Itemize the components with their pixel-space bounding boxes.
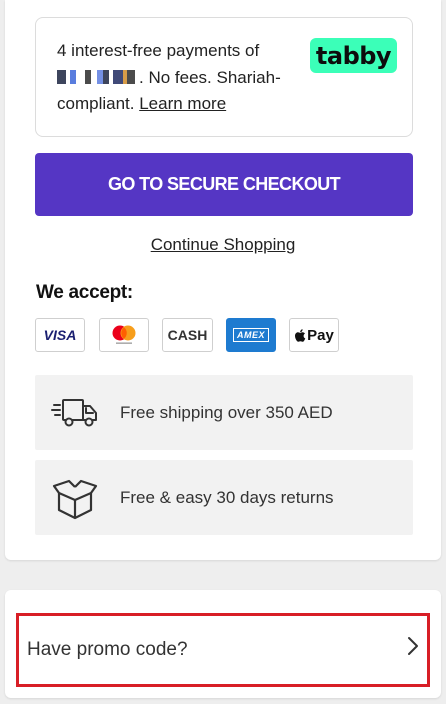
tabby-installments-banner: 4 interest-free payments of . No fees. S… [35,17,413,137]
secure-checkout-button[interactable]: GO TO SECURE CHECKOUT [35,153,413,216]
mastercard-icon [99,318,149,352]
free-returns-text: Free & easy 30 days returns [120,487,334,507]
promo-code-label: Have promo code? [27,639,188,660]
apple-logo-icon [295,328,306,342]
tabby-description: 4 interest-free payments of . No fees. S… [57,38,297,118]
free-shipping-banner: Free shipping over 350 AED [35,375,413,450]
delivery-truck-icon [51,399,97,427]
continue-shopping-link[interactable]: Continue Shopping [5,235,441,255]
tabby-text-line1: 4 interest-free payments of [57,41,260,60]
open-box-icon [52,479,98,520]
apple-pay-label: Pay [307,326,334,344]
apple-pay-icon: Pay [289,318,339,352]
payment-methods-title: We accept: [36,282,133,303]
promo-code-card: Have promo code? [5,590,441,698]
cash-icon: CASH [162,318,213,352]
amex-label: AMEX [232,328,269,342]
chevron-right-icon [408,637,418,655]
visa-icon: VISA [35,318,85,352]
free-shipping-text: Free shipping over 350 AED [120,402,333,422]
tabby-learn-more-link[interactable]: Learn more [139,94,226,113]
tabby-logo: tabby [310,38,397,73]
cart-summary-card: 4 interest-free payments of . No fees. S… [5,0,441,560]
promo-code-toggle[interactable]: Have promo code? [16,613,430,687]
free-returns-banner: Free & easy 30 days returns [35,460,413,535]
masked-installment-amount [57,69,139,84]
amex-icon: AMEX [226,318,276,352]
